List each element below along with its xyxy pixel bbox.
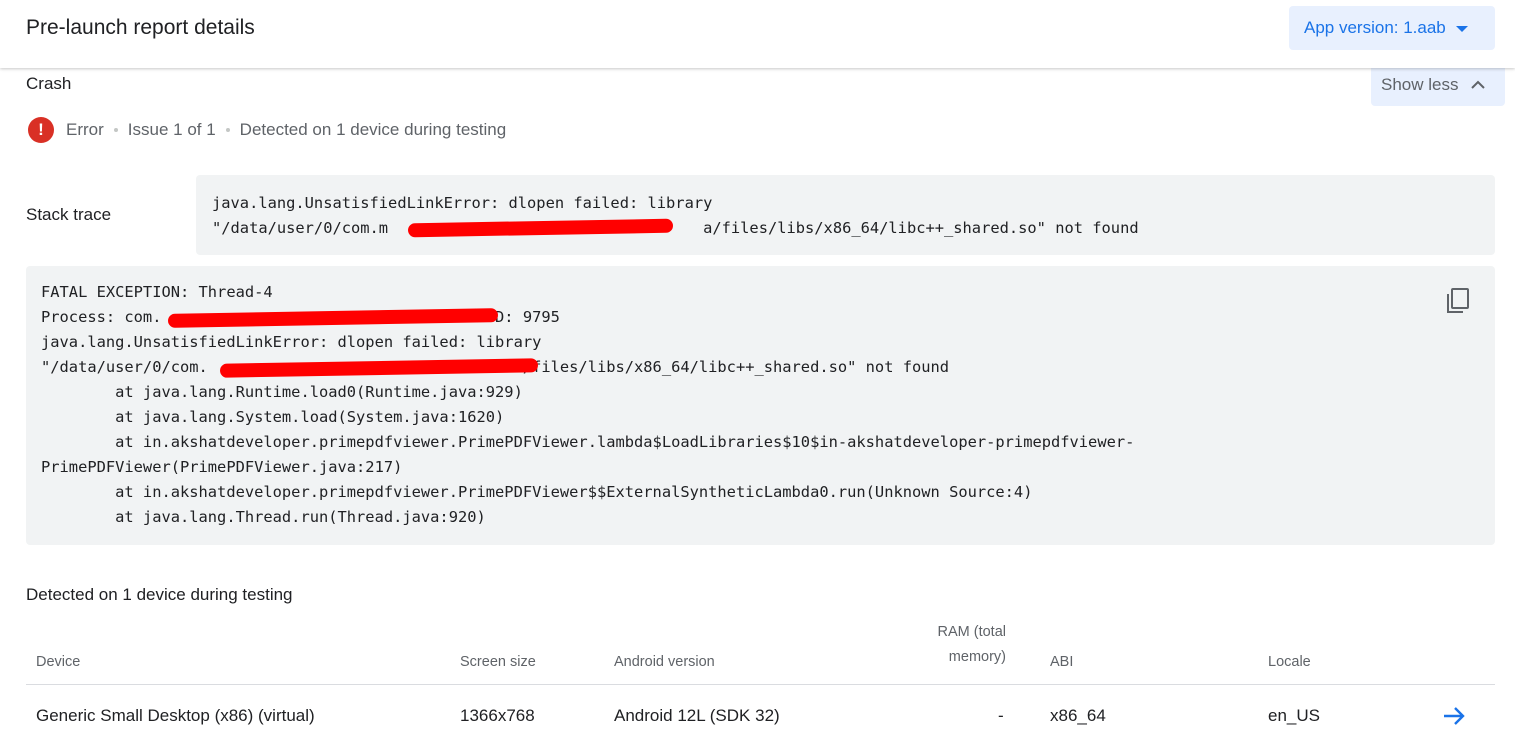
stack-trace-label: Stack trace — [26, 205, 112, 224]
trace-line: at java.lang.Runtime.load0(Runtime.java:… — [41, 383, 523, 401]
issue-status-row: ! Error Issue 1 of 1 Detected on 1 devic… — [28, 117, 506, 143]
column-header-android-version: Android version — [614, 654, 715, 670]
cell-android-version: Android 12L (SDK 32) — [614, 706, 780, 725]
trace-line: at in.akshatdeveloper.primepdfviewer.Pri… — [41, 433, 1135, 451]
devices-section-title: Detected on 1 device during testing — [26, 585, 293, 604]
error-icon: ! — [28, 117, 54, 143]
stack-trace-line: "/data/user/0/com.m a/files/libs/x86_64/… — [212, 219, 1139, 237]
cell-screen-size: 1366x768 — [460, 706, 535, 725]
separator-dot — [225, 128, 230, 132]
trace-line: PrimePDFViewer(PrimePDFViewer.java:217) — [41, 458, 403, 476]
page-title: Pre-launch report details — [26, 16, 255, 39]
show-less-button[interactable]: Show less — [1371, 64, 1505, 106]
column-header-abi: ABI — [1050, 654, 1074, 670]
cell-device: Generic Small Desktop (x86) (virtual) — [36, 706, 315, 725]
trace-line: java.lang.UnsatisfiedLinkError: dlopen f… — [41, 333, 542, 351]
column-header-ram-line: memory) — [948, 649, 1006, 665]
copy-icon[interactable] — [1443, 286, 1473, 316]
stack-trace-line: java.lang.UnsatisfiedLinkError: dlopen f… — [212, 194, 713, 212]
column-header-ram-line: RAM (total — [937, 624, 1007, 640]
section-title-crash: Crash — [26, 74, 72, 93]
issue-count: Issue 1 of 1 — [127, 120, 216, 139]
trace-line: at java.lang.Thread.run(Thread.java:920) — [41, 508, 486, 526]
column-header-locale: Locale — [1268, 654, 1311, 670]
trace-line: at in.akshatdeveloper.primepdfviewer.Pri… — [41, 483, 1033, 501]
cell-locale: en_US — [1268, 706, 1320, 725]
chevron-up-icon — [1471, 80, 1486, 89]
severity-label: Error — [66, 120, 104, 139]
trace-line: at java.lang.System.load(System.java:162… — [41, 408, 505, 426]
stack-trace-summary: java.lang.UnsatisfiedLinkError: dlopen f… — [196, 175, 1495, 255]
show-less-label: Show less — [1381, 75, 1459, 94]
page-header: Pre-launch report details App version: 1… — [0, 0, 1515, 68]
detected-summary: Detected on 1 device during testing — [239, 120, 507, 139]
separator-dot — [113, 128, 118, 132]
column-header-screen-size: Screen size — [460, 654, 536, 670]
app-version-dropdown[interactable]: App version: 1.aab — [1289, 6, 1495, 50]
cell-ram: - — [998, 706, 1004, 725]
full-stack-trace: FATAL EXCEPTION: Thread-4 Process: com. … — [26, 266, 1495, 545]
trace-line: FATAL EXCEPTION: Thread-4 — [41, 283, 273, 301]
table-row[interactable]: Generic Small Desktop (x86) (virtual) 13… — [26, 686, 1495, 745]
arrow-right-icon[interactable] — [1442, 706, 1466, 726]
cell-abi: x86_64 — [1050, 706, 1106, 725]
app-version-label: App version: 1.aab — [1304, 18, 1446, 37]
column-header-device: Device — [36, 654, 81, 670]
caret-down-icon — [1455, 26, 1468, 32]
devices-table-header: Device Screen size Android version RAM (… — [26, 622, 1495, 685]
column-header-ram: RAM (total memory) — [906, 620, 1007, 670]
